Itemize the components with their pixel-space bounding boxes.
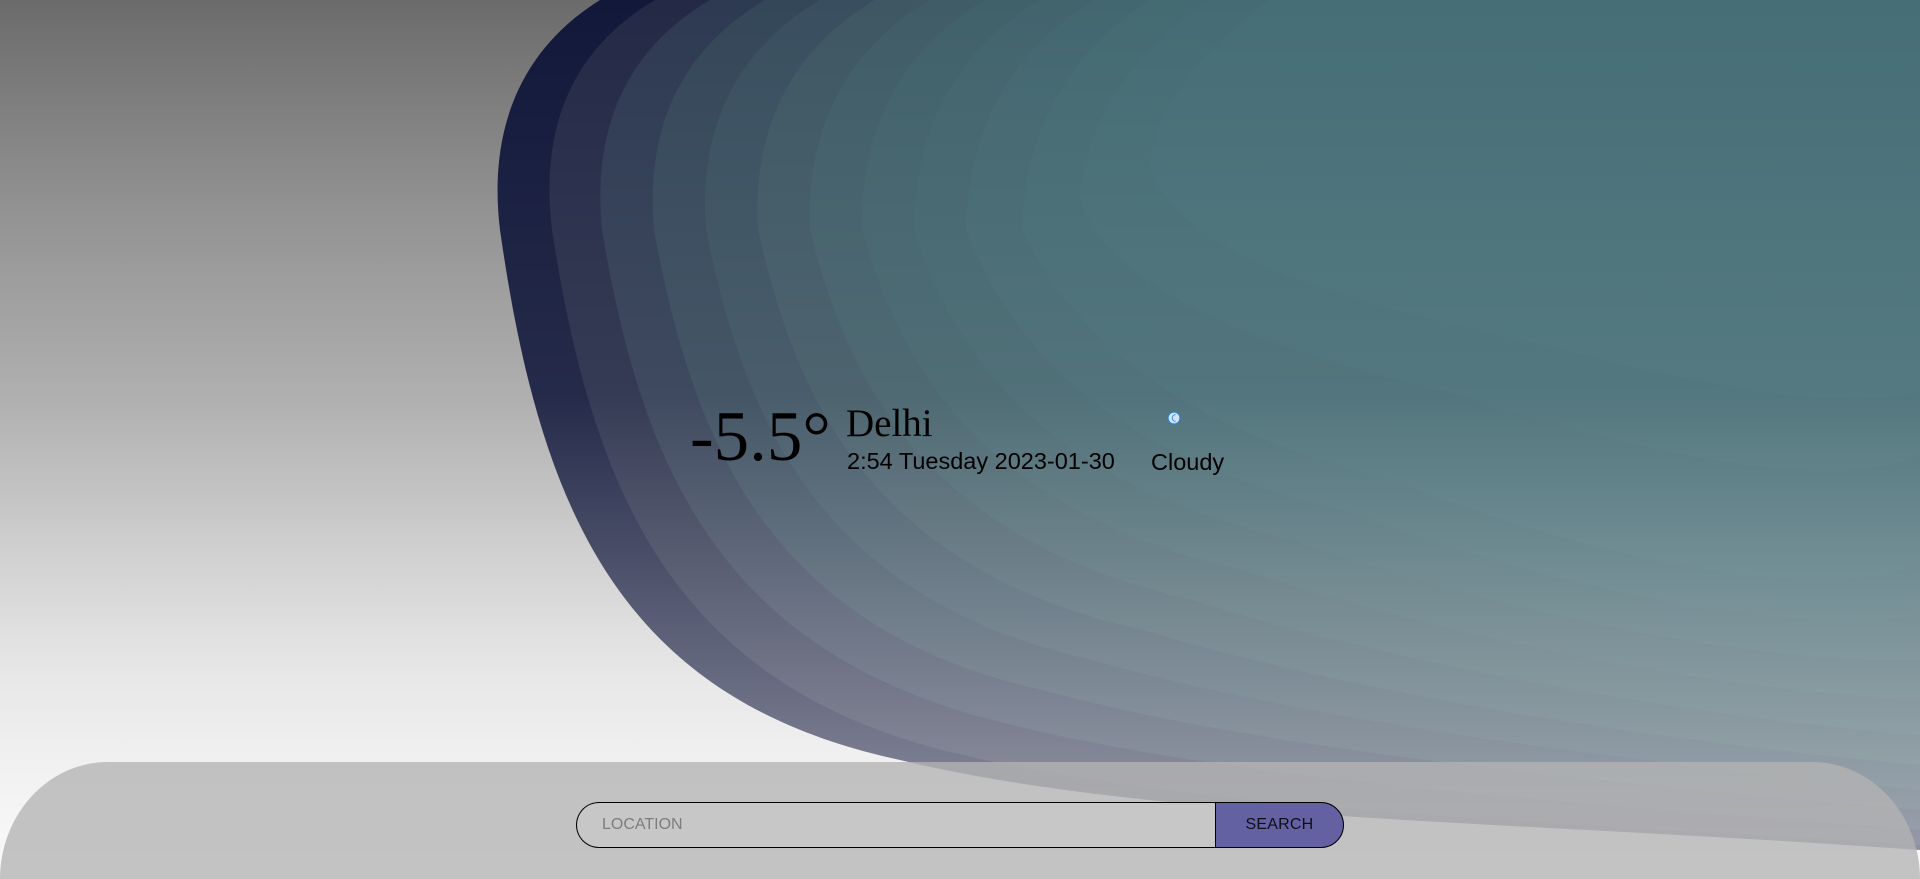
temperature-value: -5.5°: [690, 398, 831, 476]
search-form: SEARCH: [576, 802, 1344, 848]
location-input[interactable]: [576, 802, 1216, 848]
date-time: 2:54 Tuesday 2023-01-30: [847, 448, 1115, 474]
city-name: Delhi: [846, 402, 933, 445]
search-button[interactable]: SEARCH: [1215, 802, 1344, 848]
cloudy-night-icon: [1167, 411, 1181, 425]
condition-text: Cloudy: [1151, 449, 1225, 475]
weather-summary: -5.5° Delhi 2:54 Tuesday 2023-01-30 Clou…: [690, 396, 1250, 486]
